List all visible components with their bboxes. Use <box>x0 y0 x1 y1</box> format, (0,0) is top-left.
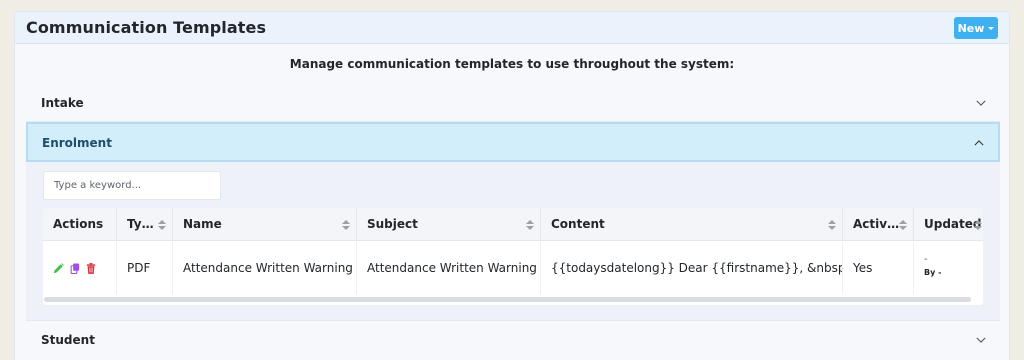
accordion-intake[interactable]: Intake <box>26 84 1000 122</box>
sort-icon <box>828 220 836 230</box>
sort-icon <box>899 220 907 230</box>
accordion-enrolment-label: Enrolment <box>42 136 112 150</box>
trash-icon[interactable] <box>86 262 96 274</box>
chevron-down-icon <box>976 100 986 106</box>
sort-icon <box>974 220 982 230</box>
sort-icon <box>158 220 166 230</box>
copy-icon[interactable] <box>70 262 80 274</box>
accordion-enrolment-body: Actions Ty… Name Subject Content <box>26 162 1000 320</box>
table-header: Actions Ty… Name Subject Content Activ… … <box>43 208 983 241</box>
accordion-student[interactable]: Student <box>26 320 1000 358</box>
chevron-up-icon <box>974 140 984 146</box>
column-header-subject[interactable]: Subject <box>357 208 541 241</box>
caret-down-icon <box>988 26 995 30</box>
search-input[interactable] <box>43 171 221 200</box>
column-header-content[interactable]: Content <box>541 208 843 241</box>
updated-cell: - By - <box>914 242 983 294</box>
page-subtitle: Manage communication templates to use th… <box>289 57 735 71</box>
active-cell: Yes <box>843 242 914 294</box>
column-header-type[interactable]: Ty… <box>117 208 173 241</box>
horizontal-scrollbar[interactable] <box>44 297 971 302</box>
column-header-actions[interactable]: Actions <box>43 208 117 241</box>
column-header-name[interactable]: Name <box>173 208 357 241</box>
name-cell: Attendance Written Warning <box>173 242 357 294</box>
accordion-intake-label: Intake <box>41 96 84 110</box>
card-header: Communication Templates New <box>15 12 1009 44</box>
actions-cell <box>43 242 117 294</box>
pencil-icon[interactable] <box>53 262 64 274</box>
chevron-down-icon <box>976 337 986 343</box>
sort-icon <box>526 220 534 230</box>
updated-date: - <box>924 254 928 265</box>
templates-table: Actions Ty… Name Subject Content Activ… … <box>43 208 983 305</box>
content-cell: {{todaysdatelong}} Dear {{firstname}}, &… <box>541 242 843 294</box>
accordion-enrolment[interactable]: Enrolment <box>26 122 1000 162</box>
new-button-label: New <box>957 21 985 35</box>
table-row: PDF Attendance Written Warning Attendanc… <box>43 242 983 294</box>
subject-cell: Attendance Written Warning <box>357 242 541 294</box>
templates-card: Communication Templates New Manage commu… <box>14 11 1010 360</box>
accordion-student-label: Student <box>41 333 95 347</box>
updated-by: By - <box>924 268 942 277</box>
type-cell: PDF <box>117 242 173 294</box>
column-header-updated[interactable]: Updated <box>914 208 983 241</box>
sort-icon <box>342 220 350 230</box>
column-header-active[interactable]: Activ… <box>843 208 914 241</box>
page-title: Communication Templates <box>26 18 267 37</box>
new-dropdown-button[interactable]: New <box>954 17 998 39</box>
